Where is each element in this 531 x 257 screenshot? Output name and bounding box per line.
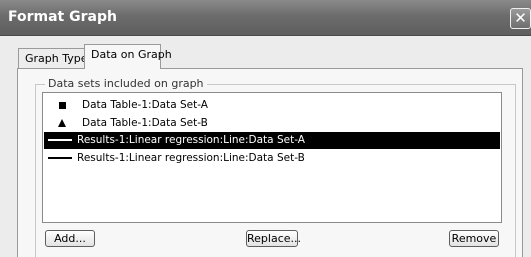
line-icon (44, 132, 78, 149)
list-item-selected[interactable]: Results-1:Linear regression:Line:Data Se… (44, 132, 500, 149)
add-button[interactable]: Add... (45, 230, 95, 247)
tab-label: Data on Graph (91, 48, 172, 61)
list-item-label: Results-1:Linear regression:Line:Data Se… (77, 134, 305, 146)
line-icon (44, 150, 78, 167)
close-button[interactable]: ✕ (510, 8, 531, 29)
close-icon: ✕ (514, 9, 527, 27)
replace-button[interactable]: Replace... (246, 230, 301, 247)
list-item-label: Data Table-1:Data Set-B (82, 117, 208, 129)
window-title: Format Graph (8, 9, 117, 25)
list-item[interactable]: Data Table-1:Data Set-A (44, 97, 500, 114)
list-item-label: Results-1:Linear regression:Line:Data Se… (77, 152, 305, 164)
tab-data-on-graph[interactable]: Data on Graph (84, 44, 172, 69)
groupbox-label: Data sets included on graph (45, 77, 207, 90)
title-bar: Format Graph ✕ (0, 0, 531, 36)
list-item[interactable]: Results-1:Linear regression:Line:Data Se… (44, 150, 500, 167)
list-item[interactable]: Data Table-1:Data Set-B (44, 115, 500, 132)
tab-graph-type[interactable]: Graph Type (18, 48, 88, 68)
remove-button[interactable]: Remove (449, 230, 499, 247)
triangle-icon (44, 115, 78, 132)
datasets-listbox[interactable]: Data Table-1:Data Set-A Data Table-1:Dat… (42, 92, 502, 223)
list-item-label: Data Table-1:Data Set-A (82, 99, 208, 111)
tab-label: Graph Type (25, 52, 88, 65)
square-icon (44, 97, 78, 114)
